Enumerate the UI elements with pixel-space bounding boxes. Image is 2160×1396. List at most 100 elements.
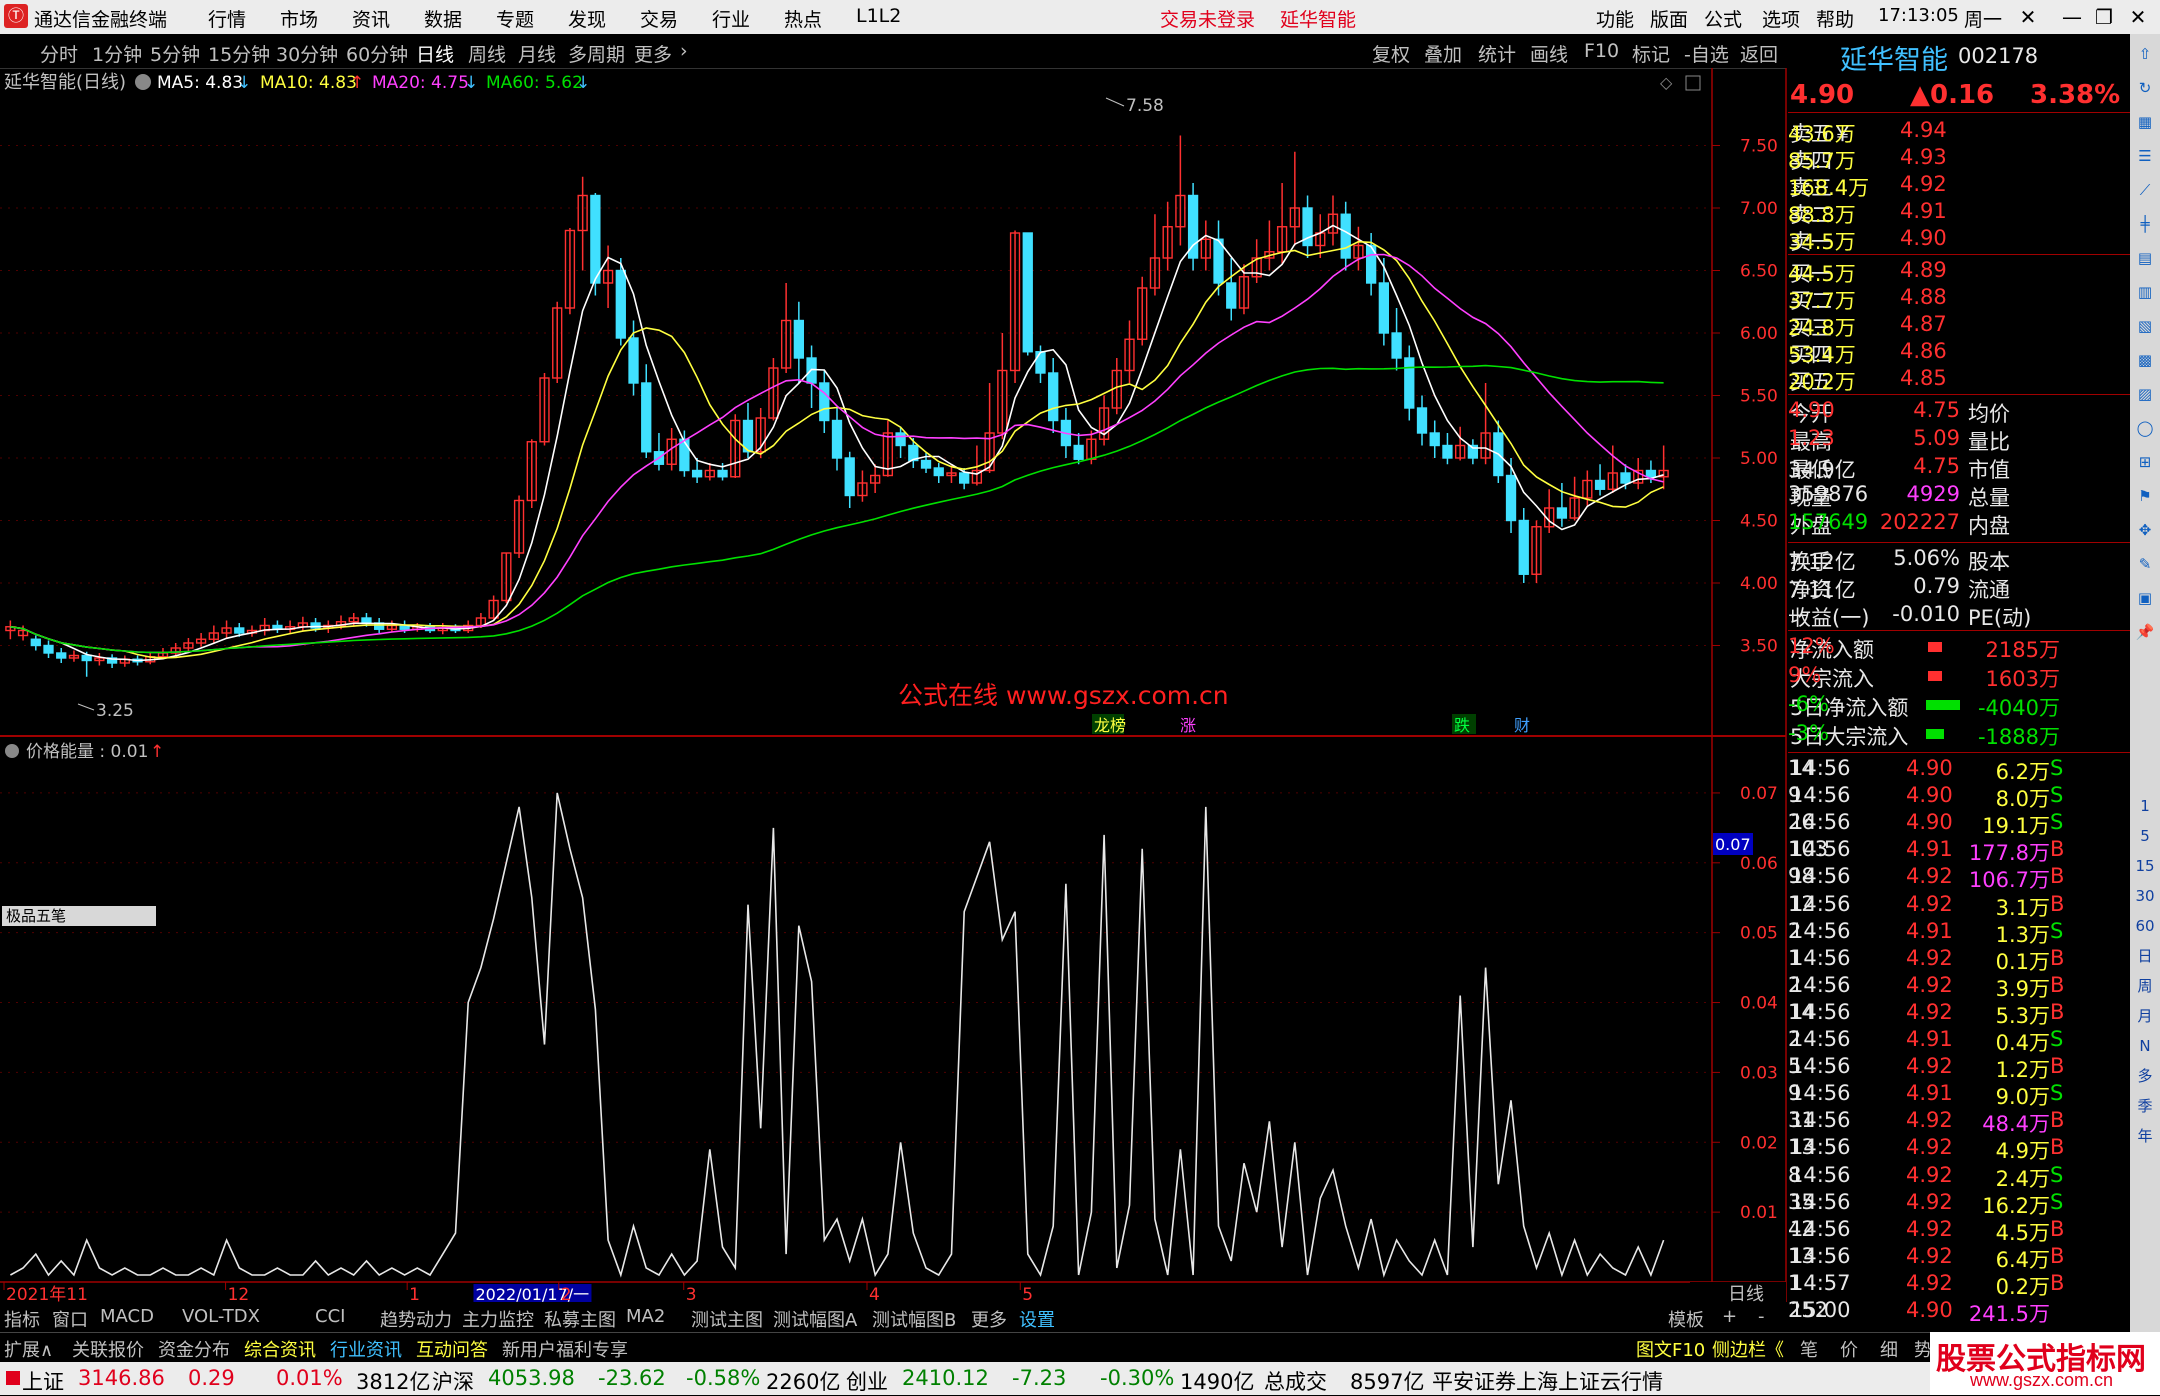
doc-icon[interactable]: ▧ (2133, 314, 2157, 338)
menu-formula[interactable]: 公式 (1704, 5, 1742, 32)
indicator-tab-13[interactable]: 设置 (1019, 1306, 1055, 1332)
menu-market[interactable]: 市场 (280, 5, 318, 32)
table-icon[interactable]: ▤ (2133, 246, 2157, 270)
menu-topic[interactable]: 专题 (496, 5, 534, 32)
period-1min[interactable]: 1分钟 (92, 40, 142, 67)
event-tag-up[interactable]: 涨 (1180, 716, 1196, 735)
period-multi[interactable]: 多周期 (568, 40, 625, 67)
indicator-tab-12[interactable]: 更多 (971, 1306, 1007, 1332)
info-tab-right-0[interactable]: 图文F10 (1636, 1336, 1705, 1362)
circle-icon[interactable]: ◯ (2133, 416, 2157, 440)
tool-fuquan[interactable]: 复权 (1372, 40, 1410, 67)
side-period-1[interactable]: 5 (2133, 824, 2157, 848)
brush-icon[interactable]: ✎ (2133, 552, 2157, 576)
side-period-3[interactable]: 30 (2133, 884, 2157, 908)
move-icon[interactable]: ✥ (2133, 518, 2157, 542)
info-tab-1[interactable]: 关联报价 (72, 1336, 144, 1362)
side-period-2[interactable]: 15 (2133, 854, 2157, 878)
sub-legend-toggle-icon[interactable] (5, 744, 19, 758)
indicator-tab-3[interactable]: VOL-TDX (182, 1306, 260, 1327)
grid-icon[interactable]: ▦ (2133, 110, 2157, 134)
trade-login-status[interactable]: 交易未登录 (1160, 5, 1255, 32)
candle-icon[interactable]: ╪ (2133, 212, 2157, 236)
fin-icon[interactable]: ▥ (2133, 280, 2157, 304)
fs2-icon[interactable]: ▣ (2133, 586, 2157, 610)
side-period-8[interactable]: N (2133, 1034, 2157, 1058)
template-tab-0[interactable]: 模板 (1668, 1306, 1704, 1332)
bars-icon[interactable]: ▩ (2133, 348, 2157, 372)
indicator-tab-8[interactable]: MA2 (626, 1306, 665, 1327)
menu-function[interactable]: 功能 (1596, 5, 1634, 32)
menu-l1l2[interactable]: L1L2 (856, 5, 901, 27)
info-tab-right-1[interactable]: 侧边栏《 (1712, 1336, 1784, 1362)
side-period-10[interactable]: 季 (2133, 1094, 2157, 1118)
event-tag-finance[interactable]: 财 (1514, 716, 1530, 735)
kline-chart-area[interactable]: 7.50 7.00 6.50 6.00 5.50 5.00 4.50 4.00 3.50 0.0… (0, 68, 1788, 1302)
tool-back[interactable]: 返回 (1740, 40, 1778, 67)
info-tab-right-3[interactable]: 价 (1840, 1336, 1858, 1362)
side-period-0[interactable]: 1 (2133, 794, 2157, 818)
indicator-tab-1[interactable]: 窗口 (52, 1306, 88, 1332)
side-period-9[interactable]: 多 (2133, 1064, 2157, 1088)
info-tab-right-4[interactable]: 细 (1880, 1336, 1898, 1362)
info-tab-right-2[interactable]: 笔 (1800, 1336, 1818, 1362)
period-weekly[interactable]: 周线 (468, 40, 506, 67)
indicator-tab-9[interactable]: 测试主图 (691, 1306, 763, 1332)
period-15min[interactable]: 15分钟 (208, 40, 270, 67)
up-arrow-icon[interactable]: ⇧ (2133, 42, 2157, 66)
indicator-tab-0[interactable]: 指标 (4, 1306, 40, 1332)
minimize-icon[interactable]: — (2054, 2, 2090, 32)
template-tab-1[interactable]: + (1722, 1306, 1737, 1327)
indicator-tab-5[interactable]: 趋势动力 (380, 1306, 452, 1332)
legend-toggle-icon[interactable] (135, 74, 151, 90)
indicator-tab-6[interactable]: 主力监控 (462, 1306, 534, 1332)
tool-overlay[interactable]: 叠加 (1424, 40, 1462, 67)
fs-icon[interactable]: ▨ (2133, 382, 2157, 406)
indicator-tab-11[interactable]: 测试幅图B (872, 1306, 956, 1332)
tool-stats[interactable]: 统计 (1478, 40, 1516, 67)
list-icon[interactable]: ☰ (2133, 144, 2157, 168)
menu-industry[interactable]: 行业 (712, 5, 750, 32)
period-daily[interactable]: 日线 (416, 40, 454, 67)
menu-trade[interactable]: 交易 (640, 5, 678, 32)
menu-discover[interactable]: 发现 (568, 5, 606, 32)
info-tab-2[interactable]: 资金分布 (158, 1336, 230, 1362)
flag-icon[interactable]: ⚑ (2133, 484, 2157, 508)
period-fenshi[interactable]: 分时 (40, 40, 78, 67)
close-x-icon[interactable]: ✕ (2010, 2, 2046, 32)
refresh-icon[interactable]: ↻ (2133, 76, 2157, 100)
tool-mark[interactable]: 标记 (1632, 40, 1670, 67)
menu-layout[interactable]: 版面 (1650, 5, 1688, 32)
tool-draw[interactable]: 画线 (1530, 40, 1568, 67)
restore-icon[interactable]: ❐ (2086, 2, 2122, 32)
menu-options[interactable]: 选项 (1762, 5, 1800, 32)
info-tab-3[interactable]: 综合资讯 (244, 1336, 316, 1362)
menu-help[interactable]: 帮助 (1816, 5, 1854, 32)
side-period-7[interactable]: 月 (2133, 1004, 2157, 1028)
template-tab-2[interactable]: - (1758, 1306, 1765, 1327)
chevron-right-icon[interactable]: › (680, 40, 688, 62)
close-icon[interactable]: ✕ (2120, 2, 2156, 32)
period-monthly[interactable]: 月线 (518, 40, 556, 67)
menu-hangqing[interactable]: 行情 (208, 5, 246, 32)
side-period-4[interactable]: 60 (2133, 914, 2157, 938)
side-period-11[interactable]: 年 (2133, 1124, 2157, 1148)
maximize-pane-icon[interactable] (1685, 75, 1701, 91)
side-period-6[interactable]: 周 (2133, 974, 2157, 998)
info-tab-5[interactable]: 互动问答 (416, 1336, 488, 1362)
tool-f10[interactable]: F10 (1584, 40, 1619, 62)
menu-hot[interactable]: 热点 (784, 5, 822, 32)
side-period-5[interactable]: 日 (2133, 944, 2157, 968)
info-tab-6[interactable]: 新用户福利专享 (502, 1336, 628, 1362)
info-tab-0[interactable]: 扩展∧ (4, 1336, 53, 1362)
period-more[interactable]: 更多 (634, 40, 672, 67)
menu-news[interactable]: 资讯 (352, 5, 390, 32)
menu-data[interactable]: 数据 (424, 5, 462, 32)
diamond-icon[interactable]: ◇ (1660, 73, 1673, 92)
info-tab-4[interactable]: 行业资讯 (330, 1336, 402, 1362)
chart-icon[interactable]: ⟋ (2133, 178, 2157, 202)
pin-icon[interactable]: 📌 (2133, 620, 2157, 644)
indicator-tab-2[interactable]: MACD (100, 1306, 154, 1327)
indicator-tab-10[interactable]: 测试幅图A (773, 1306, 857, 1332)
indicator-tab-4[interactable]: CCI (315, 1306, 345, 1327)
